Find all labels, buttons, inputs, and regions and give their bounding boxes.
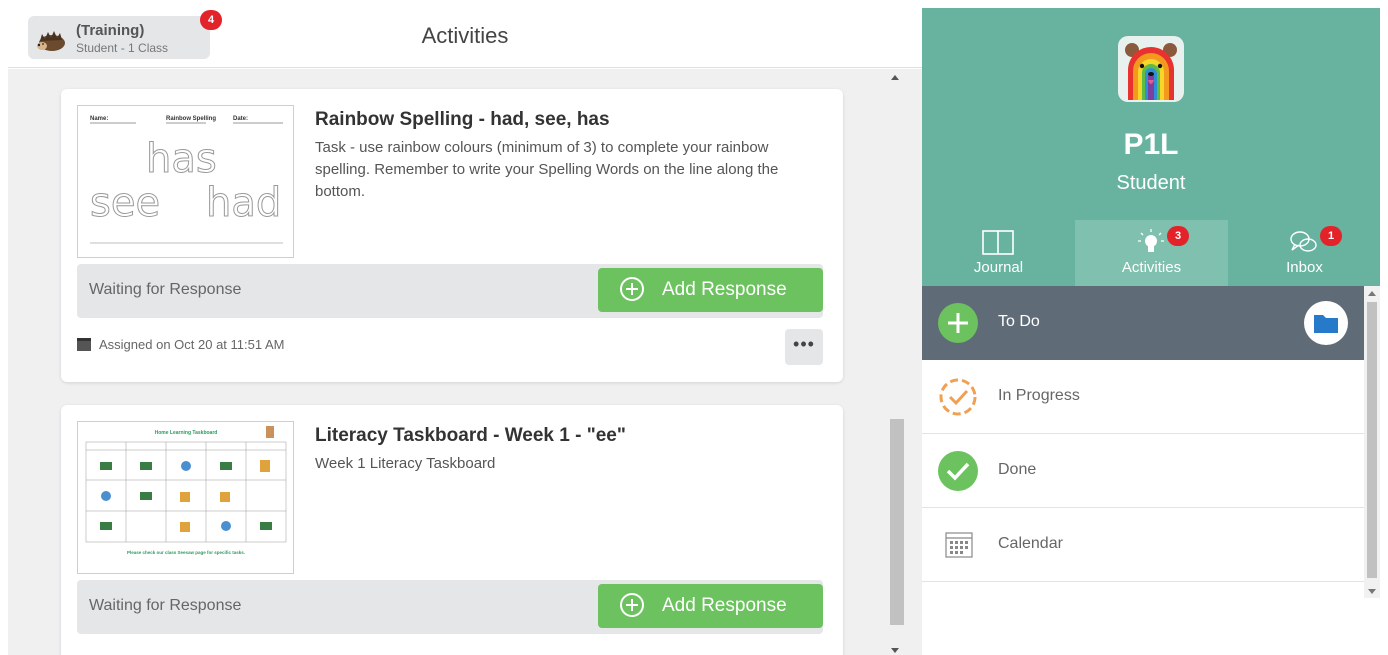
profile-header: P1L Student [922,8,1380,220]
activity-feed[interactable]: Name: Rainbow Spelling Date: has see had… [8,69,922,655]
scroll-up-arrow-icon[interactable] [891,75,899,80]
tab-activities-label: Activities [1121,259,1182,276]
activity-description: Task - use rainbow colours (minimum of 3… [315,139,779,200]
scrollbar-thumb[interactable] [890,419,904,625]
app-root: (Training) Student - 1 Class 4 Activitie… [0,0,1388,655]
right-panel: P1L Student Journal 3 Activities 1 Inbox… [922,8,1380,655]
tab-inbox[interactable]: 1 Inbox [1228,220,1381,286]
top-header: (Training) Student - 1 Class 4 Activitie… [8,8,922,68]
more-options-button[interactable]: ••• [785,329,823,365]
plus-circle-icon [620,593,644,617]
page-title: Activities [421,23,509,48]
activity-description: Week 1 Literacy Taskboard [315,455,496,472]
calendar-icon [945,532,973,558]
rainbow-spelling-worksheet: Name: Rainbow Spelling Date: has see had [90,116,283,244]
svg-text:Home Learning Taskboard: Home Learning Taskboard [155,430,218,436]
filter-to-do[interactable]: To Do [922,286,1364,360]
svg-text:Date:: Date: [233,116,248,122]
svg-text:Rainbow Spelling: Rainbow Spelling [166,116,216,122]
chat-bubbles-icon [1290,231,1317,252]
scrollbar-thumb[interactable] [1367,302,1377,578]
svg-text:Name:: Name: [90,116,108,122]
inbox-badge: 1 [1320,226,1342,246]
class-avatar[interactable] [1118,36,1184,102]
plus-circle-icon [620,277,644,301]
filter-done-label: Done [998,461,1037,478]
filter-to-do-label: To Do [998,313,1040,330]
done-check-icon [938,451,978,491]
scroll-down-arrow-icon[interactable] [1368,589,1376,594]
panel-scrollbar[interactable] [1364,286,1380,598]
add-response-button[interactable]: Add Response [598,584,823,628]
panel-tabs: Journal 3 Activities 1 Inbox [922,220,1380,286]
filter-in-progress-label: In Progress [998,387,1080,404]
in-progress-check-icon [939,378,977,416]
feed-scrollbar[interactable] [888,69,906,655]
add-response-label: Add Response [662,595,787,616]
filter-calendar[interactable]: Calendar [922,508,1364,582]
folder-button[interactable] [1304,301,1348,345]
activity-title[interactable]: Literacy Taskboard - Week 1 - "ee" [315,425,626,447]
filter-calendar-label: Calendar [998,535,1063,552]
tab-journal[interactable]: Journal [922,220,1075,286]
filter-in-progress[interactable]: In Progress [922,360,1364,434]
plus-circle-icon [938,303,978,343]
activities-badge: 3 [1167,226,1189,246]
assigned-date-text: Assigned on Oct 20 at 11:51 AM [99,337,285,352]
activity-thumbnail[interactable]: Name: Rainbow Spelling Date: has see had [77,105,294,258]
svg-text:see: see [90,180,160,226]
tab-activities[interactable]: 3 Activities [1075,220,1228,286]
activity-title[interactable]: Rainbow Spelling - had, see, has [315,109,610,131]
scroll-up-arrow-icon[interactable] [1368,291,1376,296]
svg-text:has: has [146,136,217,182]
status-filter-list: To Do In Progress Done Calendar [922,286,1364,582]
assigned-date: Assigned on Oct 20 at 11:51 AM [77,337,285,352]
book-icon [982,230,1014,255]
tab-inbox-label: Inbox [1286,259,1323,276]
rainbow-bear-icon [1125,43,1177,100]
svg-text:Please check our class Seesaw: Please check our class Seesaw page for s… [127,550,245,555]
profile-role: Student [1116,172,1186,194]
scroll-down-arrow-icon[interactable] [891,648,899,653]
response-bar: Waiting for Response Add Response [77,580,823,634]
folder-icon [1314,315,1338,333]
lightbulb-icon [1138,229,1164,252]
filter-done[interactable]: Done [922,434,1364,508]
response-status: Waiting for Response [89,597,242,614]
add-response-button[interactable]: Add Response [598,268,823,312]
calendar-icon [77,338,91,351]
tab-journal-label: Journal [973,259,1024,276]
response-status: Waiting for Response [89,281,242,298]
literacy-taskboard-image: Home Learning Taskboard Please check our… [85,426,287,555]
activity-card: Name: Rainbow Spelling Date: has see had… [61,89,843,382]
profile-name: P1L [1123,128,1179,161]
svg-text:had: had [206,180,281,226]
activity-card: Home Learning Taskboard Please check our… [61,405,843,655]
activity-thumbnail[interactable]: Home Learning Taskboard Please check our… [77,421,294,574]
add-response-label: Add Response [662,279,787,300]
response-bar: Waiting for Response Add Response [77,264,823,318]
